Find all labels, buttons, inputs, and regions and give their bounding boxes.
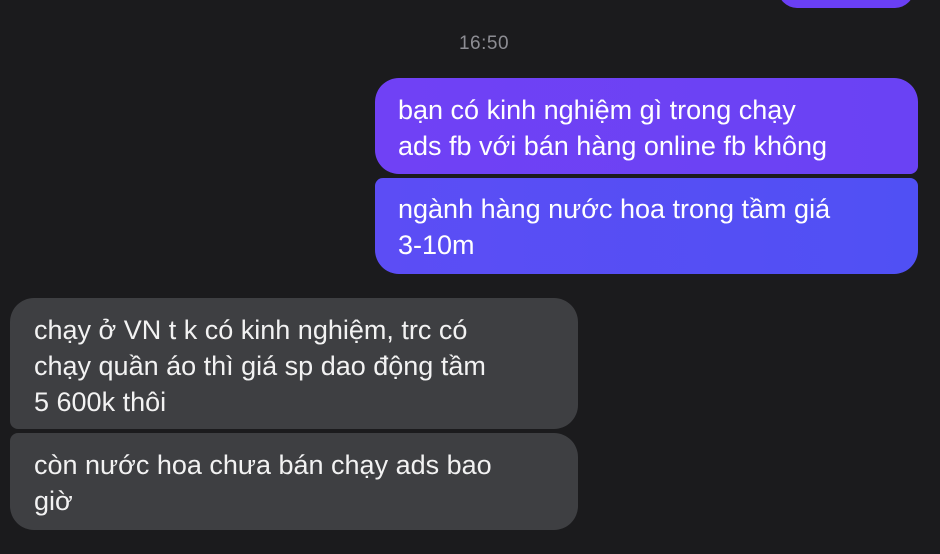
received-message-bubble[interactable]: chạy ở VN t k có kinh nghiệm, trc có chạ… xyxy=(10,298,578,429)
sent-message-bubble[interactable]: ngành hàng nước hoa trong tầm giá 3-10m xyxy=(375,178,918,274)
received-message-bubble[interactable]: còn nước hoa chưa bán chạy ads bao giờ xyxy=(10,433,578,530)
previous-sent-message-bubble[interactable] xyxy=(778,0,914,8)
message-timestamp: 16:50 xyxy=(458,33,510,54)
chat-thread: 16:50 bạn có kinh nghiệm gì trong chạy a… xyxy=(0,0,940,554)
sent-message-bubble[interactable]: bạn có kinh nghiệm gì trong chạy ads fb … xyxy=(375,78,918,174)
